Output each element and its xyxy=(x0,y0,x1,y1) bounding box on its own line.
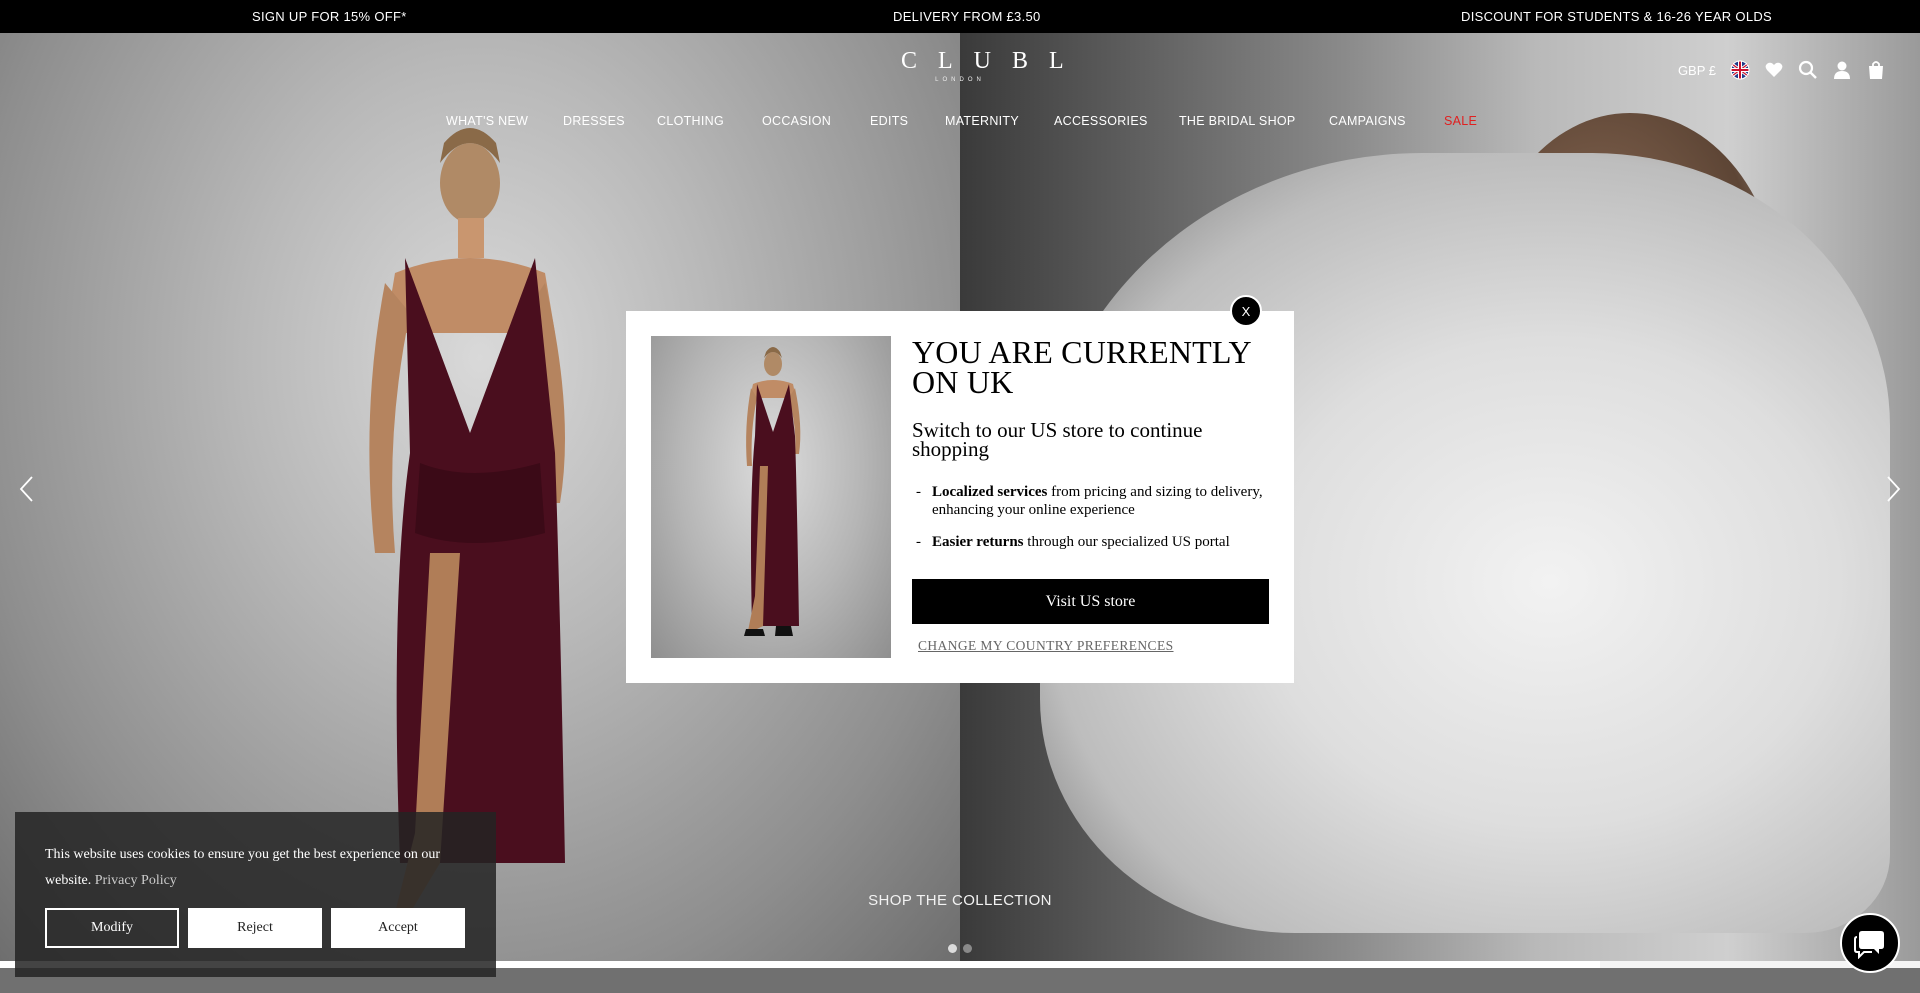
nav-campaigns[interactable]: CAMPAIGNS xyxy=(1329,114,1406,128)
modal-product-image xyxy=(651,336,891,658)
cookie-reject-button[interactable]: Reject xyxy=(188,908,322,948)
nav-sale[interactable]: SALE xyxy=(1444,114,1477,128)
carousel-next-arrow-icon[interactable] xyxy=(1882,474,1904,504)
currency-selector[interactable]: GBP £ xyxy=(1678,63,1716,78)
heart-icon[interactable] xyxy=(1764,60,1784,80)
account-icon[interactable] xyxy=(1832,60,1852,80)
nav-dresses[interactable]: DRESSES xyxy=(563,114,625,128)
site-logo[interactable]: CLUBL LONDON xyxy=(880,48,1085,83)
visit-us-store-button[interactable]: Visit US store xyxy=(912,579,1269,624)
benefit-bold: Localized services xyxy=(932,484,1048,500)
announcement-bar: SIGN UP FOR 15% OFF* DELIVERY FROM £3.50… xyxy=(0,0,1920,33)
carousel-prev-arrow-icon[interactable] xyxy=(16,474,38,504)
change-country-preferences-link[interactable]: CHANGE MY COUNTRY PREFERENCES xyxy=(918,638,1174,654)
benefit-text: through our specialized US portal xyxy=(1023,534,1230,550)
nav-clothing[interactable]: CLOTHING xyxy=(657,114,724,128)
chat-bubble-icon xyxy=(1854,931,1884,959)
modal-benefits-list: - Localized services from pricing and siz… xyxy=(914,483,1284,565)
modal-subtitle: Switch to our US store to continue shopp… xyxy=(912,418,1203,461)
bag-icon[interactable] xyxy=(1866,60,1886,80)
nav-occasion[interactable]: OCCASION xyxy=(762,114,831,128)
announcement-delivery[interactable]: DELIVERY FROM £3.50 xyxy=(893,9,1041,24)
search-icon[interactable] xyxy=(1798,60,1818,80)
cookie-accept-button[interactable]: Accept xyxy=(331,908,465,948)
nav-whats-new[interactable]: WHAT'S NEW xyxy=(446,114,528,128)
nav-accessories[interactable]: ACCESSORIES xyxy=(1054,114,1148,128)
country-switch-modal: YOU ARE CURRENTLY ON UK Switch to our US… xyxy=(626,311,1294,683)
carousel-dots xyxy=(948,944,972,953)
nav-bridal-shop[interactable]: THE BRIDAL SHOP xyxy=(1179,114,1296,128)
modal-benefit-item: - Easier returns through our specialized … xyxy=(914,533,1284,551)
logo-wordmark: CLUBL xyxy=(901,48,1085,74)
nav-maternity[interactable]: MATERNITY xyxy=(945,114,1019,128)
nav-edits[interactable]: EDITS xyxy=(870,114,908,128)
main-nav: WHAT'S NEW DRESSES CLOTHING OCCASION EDI… xyxy=(0,114,1920,134)
modal-close-button[interactable]: X xyxy=(1230,295,1262,327)
modal-benefit-item: - Localized services from pricing and siz… xyxy=(914,483,1284,519)
modal-model-figure xyxy=(744,347,801,636)
announcement-discount[interactable]: DISCOUNT FOR STUDENTS & 16-26 YEAR OLDS xyxy=(1461,9,1772,24)
privacy-policy-link[interactable]: Privacy Policy xyxy=(95,873,177,888)
bullet-dash: - xyxy=(916,484,921,500)
chat-widget-button[interactable] xyxy=(1840,913,1900,973)
bullet-dash: - xyxy=(916,534,921,550)
header-tools: GBP £ xyxy=(1678,60,1886,80)
announcement-signup[interactable]: SIGN UP FOR 15% OFF* xyxy=(252,9,407,24)
carousel-dot-2[interactable] xyxy=(963,944,972,953)
cookie-modify-button[interactable]: Modify xyxy=(45,908,179,948)
cookie-message: This website uses cookies to ensure you … xyxy=(45,842,475,894)
carousel-dot-1[interactable] xyxy=(948,944,957,953)
logo-subtext: LONDON xyxy=(935,77,985,83)
benefit-bold: Easier returns xyxy=(932,534,1024,550)
modal-title: YOU ARE CURRENTLY ON UK xyxy=(912,334,1251,400)
uk-flag-icon[interactable] xyxy=(1730,60,1750,80)
cookie-banner: This website uses cookies to ensure you … xyxy=(15,812,496,977)
